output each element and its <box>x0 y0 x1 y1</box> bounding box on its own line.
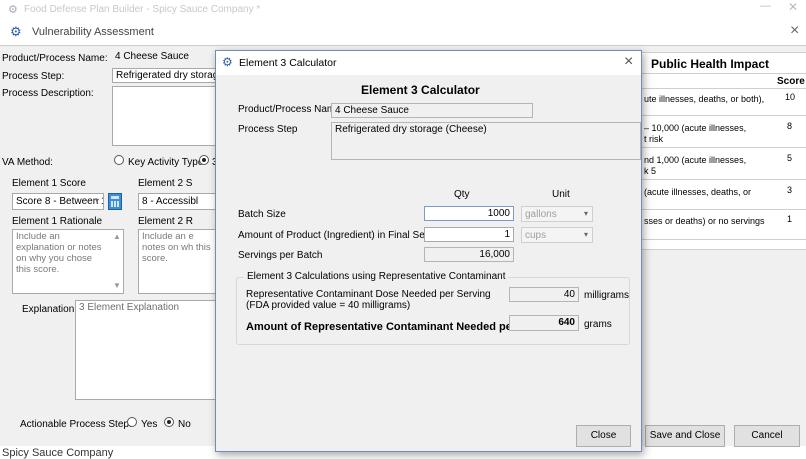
radio-no[interactable] <box>164 417 174 428</box>
dialog-title: Element 3 Calculator <box>239 57 337 69</box>
app-icon: ⚙ <box>8 4 18 16</box>
impact-row-text: sses or deaths) or no servings <box>644 216 765 226</box>
app-icon: ⚙ <box>10 24 22 39</box>
radio-no-label: No <box>178 419 191 430</box>
amount-input[interactable]: 1 <box>424 227 514 242</box>
chevron-down-icon: ▾ <box>583 230 588 239</box>
e2-score-select[interactable]: 8 - Accessibl <box>138 193 220 210</box>
amount-label: Amount of Product (Ingredient) in Final … <box>238 230 447 241</box>
e1-score-select[interactable]: Score 8 - Between 100' ▾ <box>12 193 104 210</box>
radio-yes-label: Yes <box>141 419 158 430</box>
step-label: Process Step: <box>2 71 65 82</box>
scroll-up-icon[interactable]: ▲ <box>113 232 121 241</box>
product-field: 4 Cheese Sauce <box>331 103 533 118</box>
dose-field: 40 <box>509 287 579 302</box>
batch-size-label: Batch Size <box>238 209 286 220</box>
calculator-dialog: ⚙ Element 3 Calculator × Element 3 Calcu… <box>215 50 642 452</box>
dose-label: Representative Contaminant Dose Needed p… <box>246 289 491 300</box>
step-field: Refrigerated dry storage (Cheese) <box>331 122 641 160</box>
va-titlebar: ⚙ Vulnerability Assessment × <box>0 20 806 44</box>
amount-unit-select: cups ▾ <box>521 227 593 243</box>
app-icon: ⚙ <box>222 55 233 69</box>
e2-score-label: Element 2 S <box>138 178 193 189</box>
panel-divider <box>641 179 806 180</box>
cancel-button[interactable]: Cancel <box>734 425 800 447</box>
servings-field: 16,000 <box>424 247 514 262</box>
product-label: Product/Process Name <box>238 104 341 115</box>
va-method-label: VA Method: <box>2 157 53 168</box>
parent-close-icon[interactable]: ✕ <box>788 0 798 14</box>
e1-score-value: Score 8 - Between 100' <box>16 196 103 207</box>
window-title: Vulnerability Assessment <box>32 26 154 38</box>
batch-unit-select: gallons ▾ <box>521 206 593 222</box>
impact-row-score: 8 <box>787 121 793 131</box>
dose-subtext: (FDA provided value = 40 milligrams) <box>246 300 411 311</box>
batch-size-input[interactable]: 1000 <box>424 206 514 221</box>
impact-row-score: 5 <box>787 153 793 163</box>
radio-yes[interactable] <box>127 417 137 428</box>
parent-title: Food Defense Plan Builder - Spicy Sauce … <box>24 4 261 15</box>
calculator-icon[interactable] <box>108 193 122 210</box>
chevron-down-icon: ▾ <box>94 196 99 205</box>
product-field: 4 Cheese Sauce <box>112 50 222 65</box>
impact-row-text: – 10,000 (acute illnesses, <box>644 123 747 133</box>
impact-row-text: t risk <box>644 134 663 144</box>
impact-row-score: 10 <box>785 92 796 102</box>
scroll-down-icon[interactable]: ▼ <box>113 281 121 290</box>
radio-3-element[interactable] <box>199 155 209 166</box>
radio-key-activity[interactable] <box>114 155 124 166</box>
description-label: Process Description: <box>2 88 94 99</box>
amount-batch-label: Amount of Representative Contaminant Nee… <box>246 321 550 333</box>
unit-header: Unit <box>552 189 570 200</box>
close-icon[interactable]: × <box>624 53 633 71</box>
batch-unit-value: gallons <box>525 209 557 220</box>
dialog-titlebar: ⚙ Element 3 Calculator × <box>216 51 641 75</box>
impact-row-score: 3 <box>787 185 793 195</box>
servings-label: Servings per Batch <box>238 250 323 261</box>
amount-unit-value: cups <box>525 230 547 241</box>
group-title: Element 3 Calculations using Representat… <box>244 271 509 282</box>
impact-row-text: k 5 <box>644 166 657 176</box>
public-health-panel: Public Health Impact Score ute illnesses… <box>640 52 806 250</box>
panel-divider <box>641 147 806 148</box>
minimize-icon[interactable]: — <box>760 0 771 12</box>
e2-rationale-label: Element 2 R <box>138 216 194 227</box>
dialog-heading: Element 3 Calculator <box>361 83 480 97</box>
qty-header: Qty <box>454 189 470 200</box>
parent-titlebar: ⚙ Food Defense Plan Builder - Spicy Sauc… <box>0 0 806 20</box>
step-label: Process Step <box>238 124 298 135</box>
explanation-textarea[interactable]: 3 Element Explanation <box>75 300 223 400</box>
panel-divider <box>641 239 806 240</box>
amount-batch-unit: grams <box>584 319 612 330</box>
amount-batch-field: 640 <box>509 315 579 331</box>
panel-divider <box>641 73 806 74</box>
actionable-label: Actionable Process Step: <box>20 419 132 430</box>
score-header: Score <box>777 76 805 87</box>
e1-rationale-label: Element 1 Rationale <box>12 216 103 227</box>
description-field[interactable] <box>112 86 222 146</box>
impact-row-score: 1 <box>787 214 793 224</box>
chevron-down-icon: ▾ <box>583 209 588 218</box>
panel-header: Public Health Impact <box>651 57 770 71</box>
panel-divider <box>641 209 806 210</box>
explanation-label: Explanation: <box>22 304 78 315</box>
impact-row-text: nd 1,000 (acute illnesses, <box>644 155 747 165</box>
panel-divider <box>641 115 806 116</box>
dose-unit: milligrams <box>584 290 629 301</box>
panel-divider <box>641 88 806 89</box>
impact-row-text: ute illnesses, deaths, or both), <box>644 94 765 104</box>
close-button[interactable]: Close <box>576 425 631 447</box>
status-bar-text: Spicy Sauce Company <box>2 447 114 459</box>
impact-row-text: (acute illnesses, deaths, or <box>644 187 752 197</box>
radio-key-activity-label: Key Activity Type <box>128 157 204 168</box>
product-label: Product/Process Name: <box>2 53 108 64</box>
e2-rationale-textarea[interactable]: Include an e notes on wh this score. <box>138 229 220 294</box>
step-field[interactable]: Refrigerated dry storage (C <box>112 68 222 83</box>
save-and-close-button[interactable]: Save and Close <box>645 425 725 447</box>
e1-score-label: Element 1 Score <box>12 178 86 189</box>
close-icon[interactable]: × <box>790 22 799 40</box>
e1-rationale-textarea[interactable]: Include an explanation or notes on why y… <box>12 229 124 294</box>
